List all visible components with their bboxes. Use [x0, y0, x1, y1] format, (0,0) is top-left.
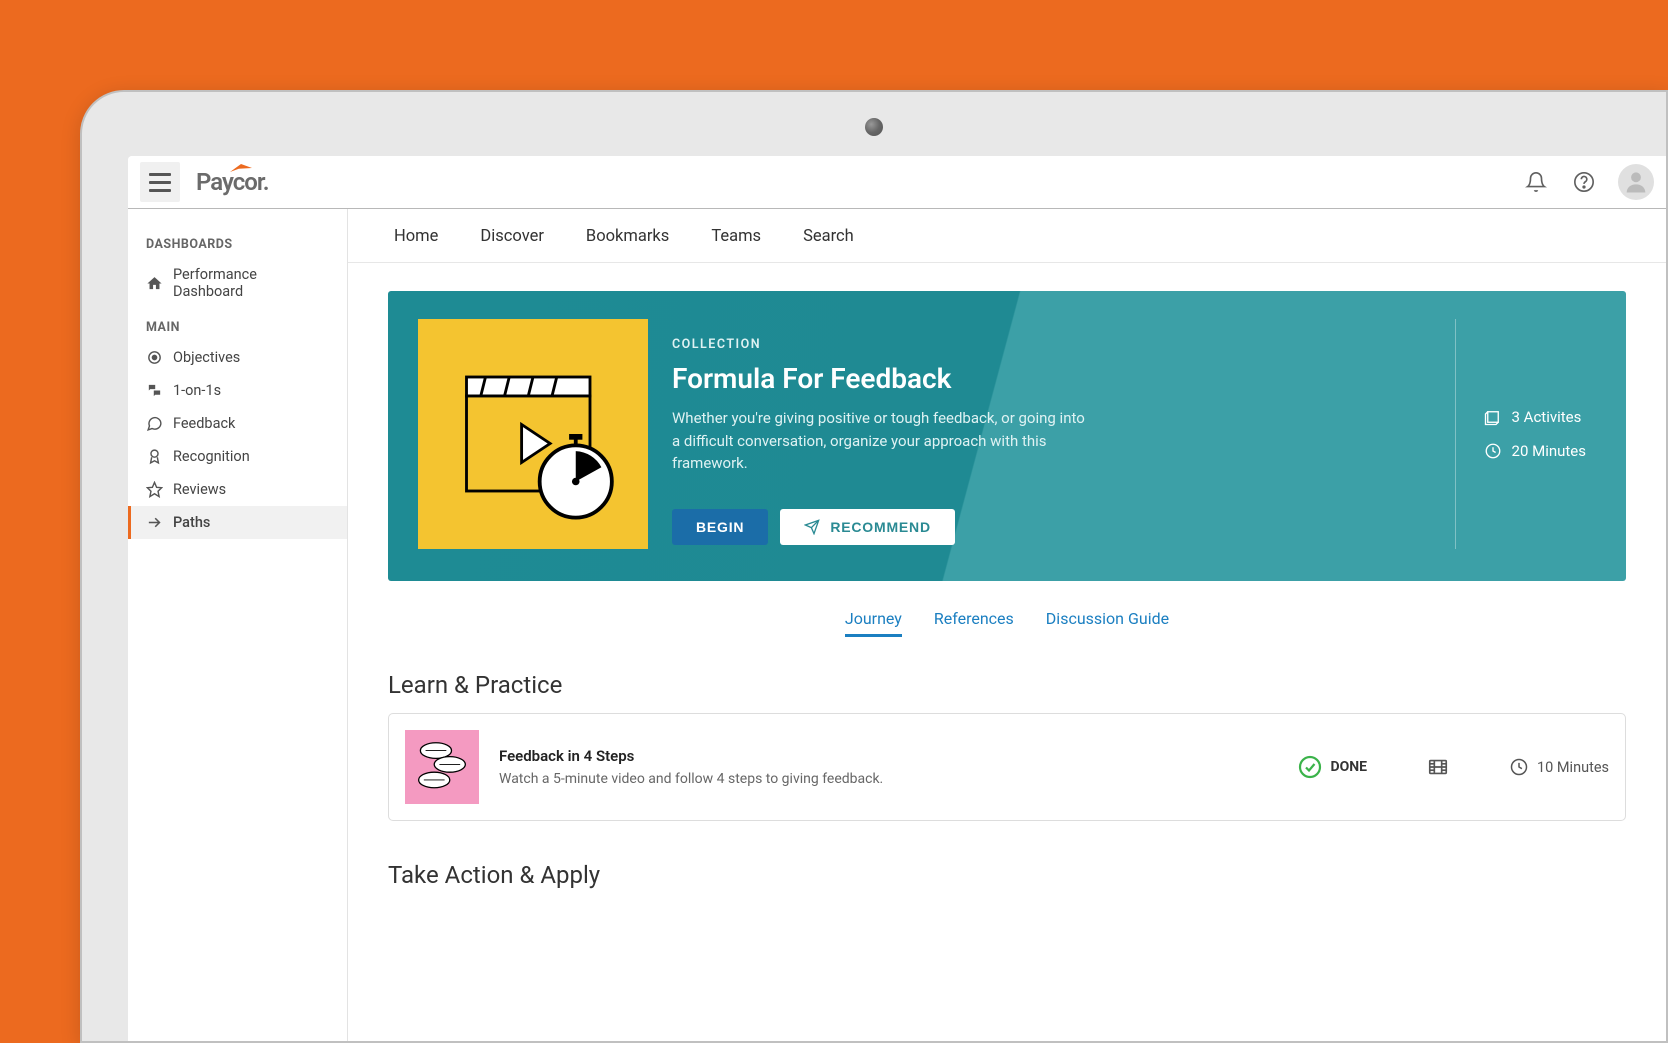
card-description: Watch a 5-minute video and follow 4 step… — [499, 771, 1278, 787]
hero-title: Formula For Feedback — [672, 362, 1431, 395]
tab-discover[interactable]: Discover — [480, 227, 544, 246]
card-status-label: DONE — [1330, 759, 1367, 775]
sidebar: DASHBOARDS Performance Dashboard MAIN Ob… — [128, 209, 348, 1041]
subtab-discussion-guide[interactable]: Discussion Guide — [1046, 609, 1169, 637]
tab-teams[interactable]: Teams — [711, 227, 761, 246]
clock-icon — [1484, 442, 1502, 460]
section-learn-practice: Learn & Practice — [348, 649, 1666, 713]
menu-button[interactable] — [140, 162, 180, 202]
hero-thumbnail — [418, 319, 648, 549]
feedback-icon — [146, 415, 163, 432]
sidebar-item-1on1s[interactable]: 1-on-1s — [128, 374, 347, 407]
sidebar-item-performance-dashboard[interactable]: Performance Dashboard — [128, 258, 347, 308]
hero-stat-minutes: 20 Minutes — [1484, 442, 1586, 460]
speech-bubbles-icon — [410, 735, 474, 799]
sidebar-item-label: Objectives — [173, 349, 240, 366]
hero-banner: COLLECTION Formula For Feedback Whether … — [388, 291, 1626, 581]
award-icon — [146, 448, 163, 465]
subtabs: Journey References Discussion Guide — [348, 581, 1666, 649]
recommend-button[interactable]: RECOMMEND — [780, 509, 955, 545]
card-type-icon — [1427, 756, 1449, 778]
sidebar-item-label: Recognition — [173, 448, 250, 465]
sidebar-item-paths[interactable]: Paths — [128, 506, 347, 539]
card-thumbnail — [405, 730, 479, 804]
card-title: Feedback in 4 Steps — [499, 747, 1278, 765]
layers-icon — [1484, 408, 1502, 426]
sidebar-item-label: 1-on-1s — [173, 382, 221, 399]
help-icon[interactable] — [1570, 168, 1598, 196]
sidebar-item-recognition[interactable]: Recognition — [128, 440, 347, 473]
content-area: Home Discover Bookmarks Teams Search — [348, 209, 1666, 1041]
paper-plane-icon — [804, 519, 820, 535]
begin-button[interactable]: BEGIN — [672, 509, 768, 545]
subtab-journey[interactable]: Journey — [845, 609, 902, 637]
tab-bookmarks[interactable]: Bookmarks — [586, 227, 669, 246]
home-icon — [146, 275, 163, 292]
sidebar-item-label: Feedback — [173, 415, 235, 432]
target-icon — [146, 349, 163, 366]
section-take-action-apply: Take Action & Apply — [348, 839, 1666, 903]
device-frame: Paycor. DASHBOARDS Performance Dashb — [80, 90, 1668, 1043]
content-tabs: Home Discover Bookmarks Teams Search — [348, 209, 1666, 263]
sidebar-section-dashboards: DASHBOARDS — [128, 231, 347, 258]
notifications-icon[interactable] — [1522, 168, 1550, 196]
clapper-stopwatch-icon — [438, 339, 628, 529]
check-circle-icon — [1298, 755, 1322, 779]
clock-icon — [1509, 757, 1529, 777]
sidebar-item-objectives[interactable]: Objectives — [128, 341, 347, 374]
arrow-right-icon — [146, 514, 163, 531]
topbar: Paycor. — [128, 156, 1666, 209]
card-status: DONE — [1298, 755, 1367, 779]
tab-home[interactable]: Home — [394, 227, 438, 246]
hero-description: Whether you're giving positive or tough … — [672, 407, 1092, 475]
sidebar-item-feedback[interactable]: Feedback — [128, 407, 347, 440]
card-duration: 10 Minutes — [1509, 757, 1609, 777]
device-camera — [865, 118, 883, 136]
chat-icon — [146, 382, 163, 399]
brand-logo: Paycor. — [196, 168, 269, 196]
card-duration-label: 10 Minutes — [1537, 759, 1609, 776]
user-avatar[interactable] — [1618, 164, 1654, 200]
sidebar-section-main: MAIN — [128, 314, 347, 341]
star-icon — [146, 481, 163, 498]
hero-stats: 3 Activites 20 Minutes — [1455, 319, 1586, 549]
hero-kicker: COLLECTION — [672, 337, 1431, 352]
recommend-label: RECOMMEND — [830, 519, 931, 535]
hero-stat-activities: 3 Activites — [1484, 408, 1586, 426]
sidebar-item-reviews[interactable]: Reviews — [128, 473, 347, 506]
sidebar-item-label: Performance Dashboard — [173, 266, 329, 300]
activity-card[interactable]: Feedback in 4 Steps Watch a 5-minute vid… — [388, 713, 1626, 821]
app-screen: Paycor. DASHBOARDS Performance Dashb — [128, 156, 1666, 1041]
subtab-references[interactable]: References — [934, 609, 1014, 637]
hero-stat-label: 20 Minutes — [1512, 442, 1586, 460]
sidebar-item-label: Paths — [173, 514, 210, 531]
hero-stat-label: 3 Activites — [1512, 408, 1582, 426]
tab-search[interactable]: Search — [803, 227, 854, 246]
sidebar-item-label: Reviews — [173, 481, 226, 498]
film-icon — [1427, 756, 1449, 778]
